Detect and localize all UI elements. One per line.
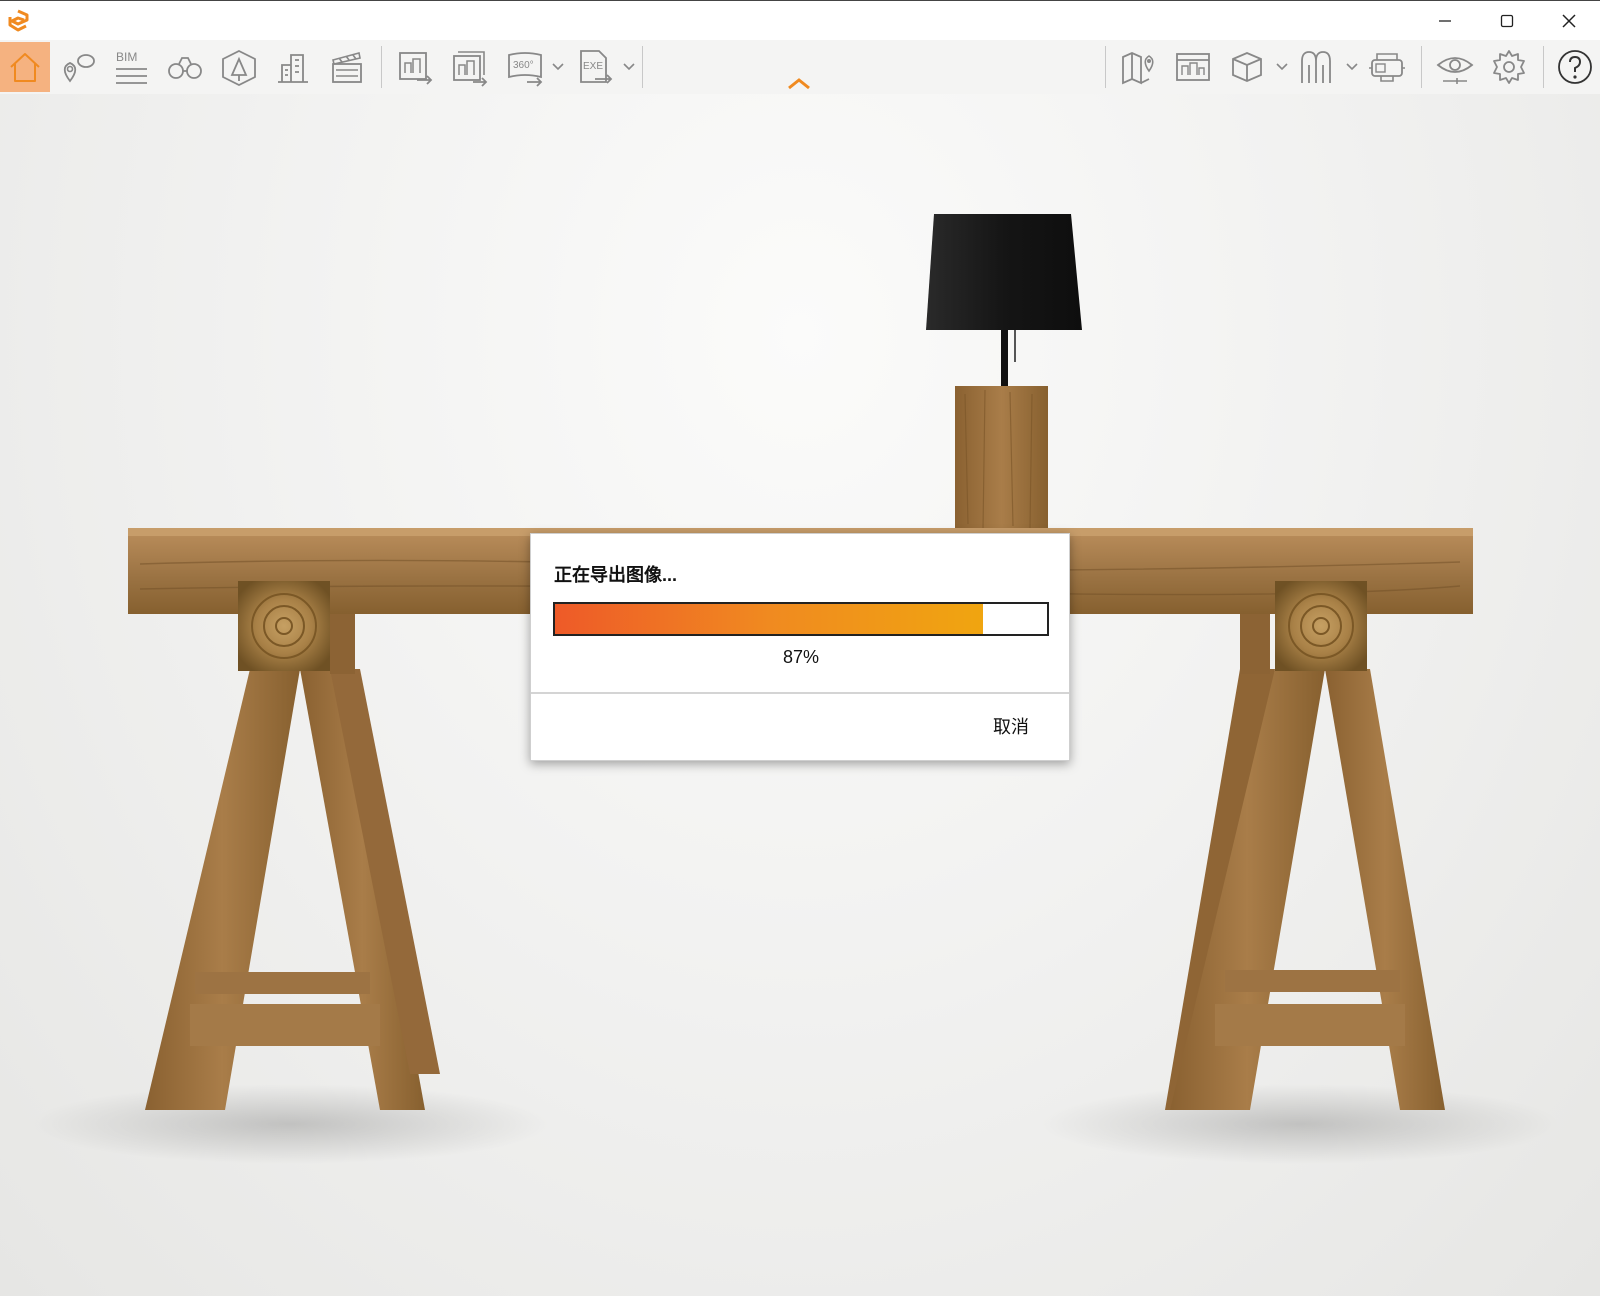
- toolbar-separator: [642, 46, 643, 88]
- web-export-button[interactable]: [1168, 42, 1218, 92]
- cancel-button[interactable]: 取消: [971, 708, 1051, 744]
- settings-button[interactable]: [1484, 42, 1534, 92]
- close-icon: [1562, 14, 1576, 28]
- exe-label: EXE: [583, 61, 603, 72]
- export-exe-button[interactable]: EXE: [570, 42, 620, 92]
- dialog-divider: [531, 692, 1069, 694]
- toolbar-separator: [1105, 46, 1106, 88]
- minimize-button[interactable]: [1414, 1, 1476, 41]
- chevron-down-icon[interactable]: [1344, 58, 1360, 74]
- export-progress-dialog: 正在导出图像... 87% 取消: [530, 533, 1070, 761]
- cube-button[interactable]: [1222, 42, 1272, 92]
- toolbar-separator: [1421, 46, 1422, 88]
- progress-bar: [553, 602, 1049, 636]
- batch-export-button[interactable]: [444, 42, 494, 92]
- buildings-button[interactable]: [268, 42, 318, 92]
- buildings-icon: [278, 54, 308, 83]
- help-icon: [1558, 50, 1592, 84]
- export-exe-icon: EXE: [580, 50, 613, 84]
- animation-button[interactable]: [322, 42, 372, 92]
- right-shadow: [1040, 1084, 1560, 1164]
- settings-icon: [1493, 50, 1525, 84]
- export-image-button[interactable]: [390, 42, 440, 92]
- location-pin-icon: [63, 54, 95, 83]
- home-icon: [10, 53, 40, 82]
- export-360-button[interactable]: 360°: [500, 42, 550, 92]
- home-button[interactable]: [0, 42, 50, 92]
- asset-library-button[interactable]: [1292, 42, 1342, 92]
- bim-button[interactable]: BIM: [106, 42, 156, 92]
- app-logo: [8, 9, 29, 32]
- web-export-icon: [1176, 53, 1210, 81]
- dialog-title: 正在导出图像...: [554, 565, 678, 585]
- left-shadow: [30, 1084, 550, 1164]
- cube-icon: [1232, 52, 1262, 82]
- chevron-down-icon[interactable]: [1274, 58, 1290, 74]
- table-lamp: [926, 214, 1082, 531]
- close-button[interactable]: [1538, 1, 1600, 41]
- collapse-toolbar-icon[interactable]: [786, 76, 812, 92]
- binoculars-icon: [168, 57, 202, 79]
- progress-percent: 87%: [782, 647, 820, 667]
- location-button[interactable]: [53, 42, 103, 92]
- 3d-viewport[interactable]: 正在导出图像... 87% 取消: [0, 94, 1600, 1296]
- toolbar-separator: [1543, 46, 1544, 88]
- chevron-down-icon[interactable]: [550, 58, 566, 74]
- vr-headset-icon: [1369, 53, 1405, 82]
- left-sawhorse: [145, 581, 440, 1110]
- vr-button[interactable]: [1362, 42, 1412, 92]
- bim-icon: BIM: [116, 50, 147, 84]
- toolbar-separator: [381, 46, 382, 88]
- right-sawhorse: [1165, 581, 1445, 1110]
- perspective-button[interactable]: [214, 42, 264, 92]
- title-bar: [0, 0, 1600, 40]
- maximize-button[interactable]: [1476, 1, 1538, 41]
- batch-export-icon: [453, 51, 488, 87]
- bim-label: BIM: [116, 50, 137, 64]
- maximize-icon: [1500, 14, 1514, 28]
- clapperboard-icon: [332, 52, 362, 83]
- asset-library-icon: [1301, 51, 1331, 83]
- eye-button[interactable]: [1430, 42, 1480, 92]
- perspective-icon: [222, 49, 256, 87]
- export-360-icon: 360°: [508, 52, 543, 87]
- eye-icon: [1436, 57, 1474, 84]
- map-icon: [1122, 52, 1154, 85]
- export-image-icon: [399, 52, 433, 85]
- map-button[interactable]: [1114, 42, 1164, 92]
- chevron-down-icon[interactable]: [621, 58, 637, 74]
- three-sixty-label: 360°: [513, 60, 534, 71]
- progress-bar-fill: [555, 604, 984, 634]
- help-button[interactable]: [1550, 42, 1600, 92]
- minimize-icon: [1439, 20, 1451, 22]
- binoculars-button[interactable]: [160, 42, 210, 92]
